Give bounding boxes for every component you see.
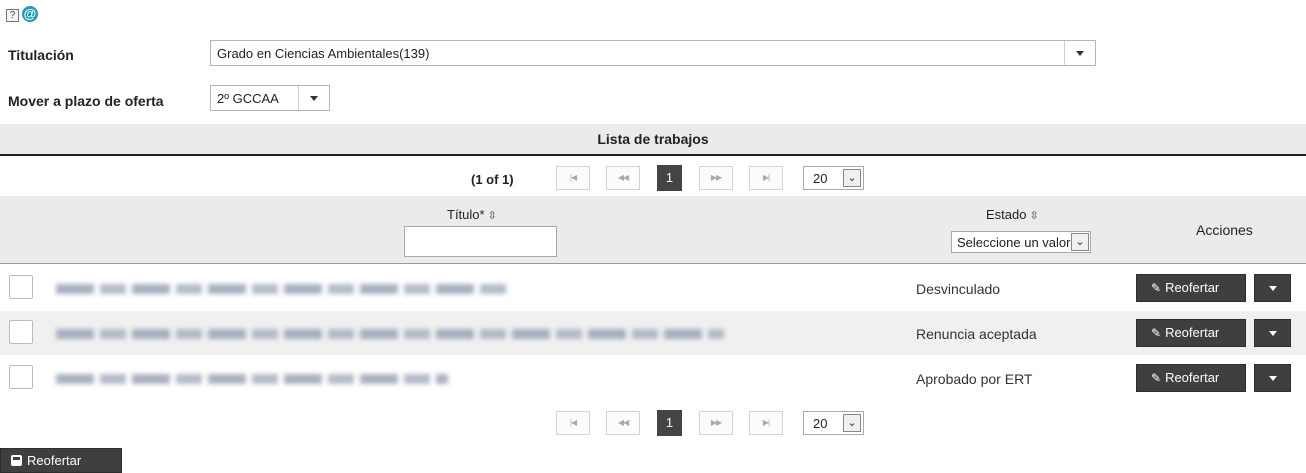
column-header-row bbox=[0, 196, 1306, 264]
caret-down-icon bbox=[1268, 331, 1277, 336]
titulacion-dropdown-trigger[interactable] bbox=[1064, 41, 1095, 65]
row-title-redacted bbox=[56, 374, 448, 384]
mover-plazo-value: 2º GCCAA bbox=[217, 91, 279, 106]
next-page-button[interactable]: ▶▶ bbox=[699, 166, 733, 190]
help-icon[interactable]: ? bbox=[6, 9, 19, 22]
reofertar-label: Reofertar bbox=[1165, 280, 1220, 295]
sort-icon: ⇳ bbox=[487, 210, 497, 222]
chevron-down-icon: ⌄ bbox=[1071, 233, 1089, 251]
titulacion-label: Titulación bbox=[8, 47, 74, 63]
row-estado: Desvinculado bbox=[916, 281, 1001, 297]
page-1-button[interactable]: 1 bbox=[657, 410, 682, 436]
chevron-down-icon: ⌄ bbox=[843, 414, 861, 432]
page-1-button[interactable]: 1 bbox=[657, 165, 682, 191]
caret-down-icon bbox=[1076, 51, 1084, 56]
rows-per-page-select[interactable]: 20 ⌄ bbox=[803, 411, 864, 435]
row-estado: Renuncia aceptada bbox=[916, 326, 1037, 342]
caret-down-icon bbox=[1268, 376, 1277, 381]
rows-per-page-value: 20 bbox=[813, 416, 828, 431]
save-icon bbox=[11, 455, 22, 466]
row-checkbox[interactable] bbox=[9, 275, 33, 299]
mover-plazo-select[interactable]: 2º GCCAA bbox=[210, 85, 330, 111]
prev-page-button[interactable]: ◀◀ bbox=[606, 411, 640, 435]
at-icon[interactable]: @ bbox=[22, 6, 38, 22]
mover-plazo-dropdown-trigger[interactable] bbox=[298, 86, 329, 110]
row-checkbox[interactable] bbox=[9, 320, 33, 344]
first-page-button[interactable]: |◀ bbox=[556, 166, 590, 190]
titulacion-value: Grado en Ciencias Ambientales(139) bbox=[217, 46, 430, 61]
caret-down-icon bbox=[310, 96, 318, 101]
pager-count: (1 of 1) bbox=[471, 172, 514, 187]
reofertar-button[interactable]: ✎ Reofertar bbox=[1136, 319, 1246, 347]
reofertar-menu-button[interactable] bbox=[1254, 319, 1291, 347]
list-header: Lista de trabajos bbox=[0, 124, 1306, 156]
prev-page-button[interactable]: ◀◀ bbox=[606, 166, 640, 190]
column-titulo[interactable]: Título* ⇳ bbox=[447, 207, 497, 222]
row-checkbox[interactable] bbox=[9, 365, 33, 389]
row-estado: Aprobado por ERT bbox=[916, 371, 1033, 387]
table-row: Aprobado por ERT ✎ Reofertar bbox=[0, 356, 1306, 400]
pencil-icon: ✎ bbox=[1151, 281, 1162, 295]
reofertar-menu-button[interactable] bbox=[1254, 364, 1291, 392]
estado-filter-select[interactable]: Seleccione un valor ⌄ bbox=[951, 231, 1091, 253]
caret-down-icon bbox=[1268, 286, 1277, 291]
last-page-button[interactable]: ▶| bbox=[749, 411, 783, 435]
row-title-redacted bbox=[56, 284, 508, 294]
chevron-down-icon: ⌄ bbox=[843, 169, 861, 187]
column-estado[interactable]: Estado ⇳ bbox=[986, 207, 1039, 222]
last-page-button[interactable]: ▶| bbox=[749, 166, 783, 190]
column-titulo-label: Título* bbox=[447, 207, 485, 222]
pencil-icon: ✎ bbox=[1151, 371, 1162, 385]
mover-plazo-label: Mover a plazo de oferta bbox=[8, 93, 164, 109]
reofertar-button[interactable]: ✎ Reofertar bbox=[1136, 364, 1246, 392]
table-row: Renuncia aceptada ✎ Reofertar bbox=[0, 311, 1306, 355]
titulo-filter-input[interactable] bbox=[404, 226, 557, 257]
sort-icon: ⇳ bbox=[1029, 210, 1039, 222]
column-estado-label: Estado bbox=[986, 207, 1027, 222]
titulacion-select[interactable]: Grado en Ciencias Ambientales(139) bbox=[210, 40, 1096, 66]
rows-per-page-value: 20 bbox=[813, 171, 828, 186]
reofertar-menu-button[interactable] bbox=[1254, 274, 1291, 302]
first-page-button[interactable]: |◀ bbox=[556, 411, 590, 435]
table-row: Desvinculado ✎ Reofertar bbox=[0, 266, 1306, 310]
reofertar-label: Reofertar bbox=[1165, 325, 1220, 340]
next-page-button[interactable]: ▶▶ bbox=[699, 411, 733, 435]
pencil-icon: ✎ bbox=[1151, 326, 1162, 340]
column-acciones: Acciones bbox=[1196, 222, 1253, 238]
estado-filter-value: Seleccione un valor bbox=[957, 235, 1071, 250]
reofertar-selected-label: Reofertar bbox=[27, 453, 82, 468]
row-title-redacted bbox=[56, 329, 724, 339]
rows-per-page-select[interactable]: 20 ⌄ bbox=[803, 166, 864, 190]
reofertar-selected-button[interactable]: Reofertar bbox=[0, 448, 122, 473]
reofertar-label: Reofertar bbox=[1165, 370, 1220, 385]
reofertar-button[interactable]: ✎ Reofertar bbox=[1136, 274, 1246, 302]
